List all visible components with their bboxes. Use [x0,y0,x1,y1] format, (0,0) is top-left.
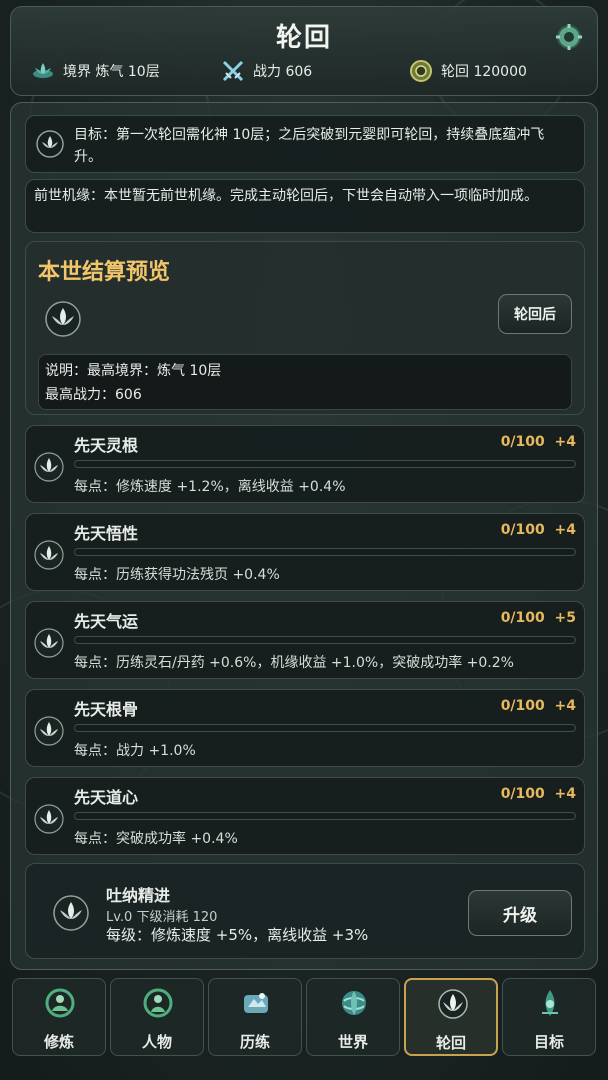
lotus-icon [45,301,81,337]
nav-tab[interactable]: 世界 [306,978,400,1056]
nav-tab-label: 轮回 [435,1034,466,1052]
lotus-icon [34,452,64,482]
goal-card: 目标：第一次轮回需化神 10层；之后突破到元婴即可轮回，持续叠底蕴冲飞升。 [25,115,585,173]
goal-icon [542,990,558,1016]
attribute-progress-text: 0/100 [500,610,545,626]
settlement-preview-card: 本世结算预览 轮回后 说明：最高境界：炼气 10层 最高战力：606 [25,241,585,415]
nav-tab[interactable]: 目标 [502,978,596,1056]
attribute-progress-text: 0/100 [500,786,545,802]
attribute-card: 先天悟性 0/100 +4 每点：历练获得功法残页 +0.4% [25,513,585,591]
realm-stat: 境界 炼气 10层 [31,59,160,83]
attribute-bonus: +4 [554,434,576,450]
page-title: 轮回 [275,23,332,53]
world-icon [342,991,366,1015]
past-life-text: 前世机缘：本世暂无前世机缘。完成主动轮回后，下世会自动带入一项临时加成。 [34,188,538,204]
top-header: 轮回 境界 炼气 10层 战力 606 轮回 120000 [10,6,598,96]
lotus-icon [34,628,64,658]
attribute-progress-text: 0/100 [500,434,545,450]
preview-description: 说明：最高境界：炼气 10层 最高战力：606 [38,354,572,410]
attribute-name: 先天悟性 [74,524,139,543]
attribute-progress-bar [74,548,576,556]
breathing-level: Lv.0 下级消耗 120 [106,910,218,925]
attribute-progress-bar [74,724,576,732]
attribute-name: 先天道心 [74,788,139,807]
nav-tab[interactable]: 历练 [208,978,302,1056]
realm-text: 境界 炼气 10层 [63,64,160,80]
reincarnation-coin-icon [410,60,432,82]
nav-tab[interactable]: 轮回 [404,978,498,1056]
breathing-upgrade-card: 吐纳精进 Lv.0 下级消耗 120 每级：修炼速度 +5%，离线收益 +3% … [25,863,585,959]
attribute-effect: 每点：修炼速度 +1.2%，离线收益 +0.4% [74,479,346,495]
nav-tab-label: 修炼 [43,1033,74,1051]
attribute-card: 先天根骨 0/100 +4 每点：战力 +1.0% [25,689,585,767]
lotus-icon [53,895,89,931]
attribute-effect: 每点：历练灵石/丹药 +0.6%，机缘收益 +1.0%，突破成功率 +0.2% [74,655,514,671]
past-life-card: 前世机缘：本世暂无前世机缘。完成主动轮回后，下世会自动带入一项临时加成。 [25,179,585,233]
preview-desc-line1: 说明：最高境界：炼气 10层 [45,363,222,379]
lotus-icon [34,716,64,746]
attribute-bonus: +4 [554,786,576,802]
attribute-card: 先天道心 0/100 +4 每点：突破成功率 +0.4% [25,777,585,855]
attribute-progress-text: 0/100 [500,522,545,538]
attribute-bonus: +4 [554,522,576,538]
attribute-card: 先天灵根 0/100 +4 每点：修炼速度 +1.2%，离线收益 +0.4% [25,425,585,503]
upgrade-button[interactable]: 升级 [468,890,572,936]
reincarnation-text: 轮回 120000 [441,64,527,80]
main-panel: 目标：第一次轮回需化神 10层；之后突破到元婴即可轮回，持续叠底蕴冲飞升。 前世… [10,102,598,970]
lotus-icon [34,804,64,834]
attribute-card: 先天气运 0/100 +5 每点：历练灵石/丹药 +0.6%，机缘收益 +1.0… [25,601,585,679]
lotus-icon [34,540,64,570]
attribute-bonus: +5 [554,610,576,626]
cultivation-icon [45,988,75,1018]
attribute-value: 0/100 +4 [501,786,576,802]
attribute-progress-bar [74,636,576,644]
after-reincarnation-button[interactable]: 轮回后 [498,294,572,334]
nav-tab-label: 世界 [337,1033,368,1051]
attribute-value: 0/100 +5 [501,610,576,626]
reincarnation-stat: 轮回 120000 [409,59,527,83]
attribute-progress-text: 0/100 [500,698,545,714]
preview-desc-line2: 最高战力：606 [45,387,142,403]
attribute-name: 先天灵根 [74,436,139,455]
nav-tab-label: 历练 [239,1033,270,1051]
attribute-progress-bar [74,812,576,820]
nav-tab[interactable]: 修炼 [12,978,106,1056]
goal-text: 目标：第一次轮回需化神 10层；之后突破到元婴即可轮回，持续叠底蕴冲飞升。 [74,127,545,165]
power-text: 战力 606 [253,64,313,80]
breathing-effect: 每级：修炼速度 +5%，离线收益 +3% [106,926,369,944]
bottom-nav: 修炼 人物 历练 世界 轮回 目标 [10,976,598,1060]
attribute-effect: 每点：历练获得功法残页 +0.4% [74,567,280,583]
adventure-icon [244,993,268,1013]
attribute-value: 0/100 +4 [501,434,576,450]
power-stat: 战力 606 [221,59,312,83]
attribute-value: 0/100 +4 [501,522,576,538]
preview-title: 本世结算预览 [38,260,171,285]
attribute-name: 先天气运 [74,612,139,631]
nav-tab-label: 目标 [533,1033,564,1051]
lotus-icon [33,63,53,78]
attribute-name: 先天根骨 [74,700,139,719]
settings-gear-icon[interactable] [555,23,583,51]
nav-tab-label: 人物 [141,1033,172,1051]
attribute-effect: 每点：战力 +1.0% [74,743,196,759]
nav-tab[interactable]: 人物 [110,978,204,1056]
lotus-icon [36,130,64,158]
breathing-name: 吐纳精进 [106,886,171,905]
lotus-icon [438,989,468,1019]
character-icon [143,988,173,1018]
crossed-swords-icon [222,60,244,82]
attribute-bonus: +4 [554,698,576,714]
attribute-effect: 每点：突破成功率 +0.4% [74,831,238,847]
attribute-value: 0/100 +4 [501,698,576,714]
attribute-progress-bar [74,460,576,468]
